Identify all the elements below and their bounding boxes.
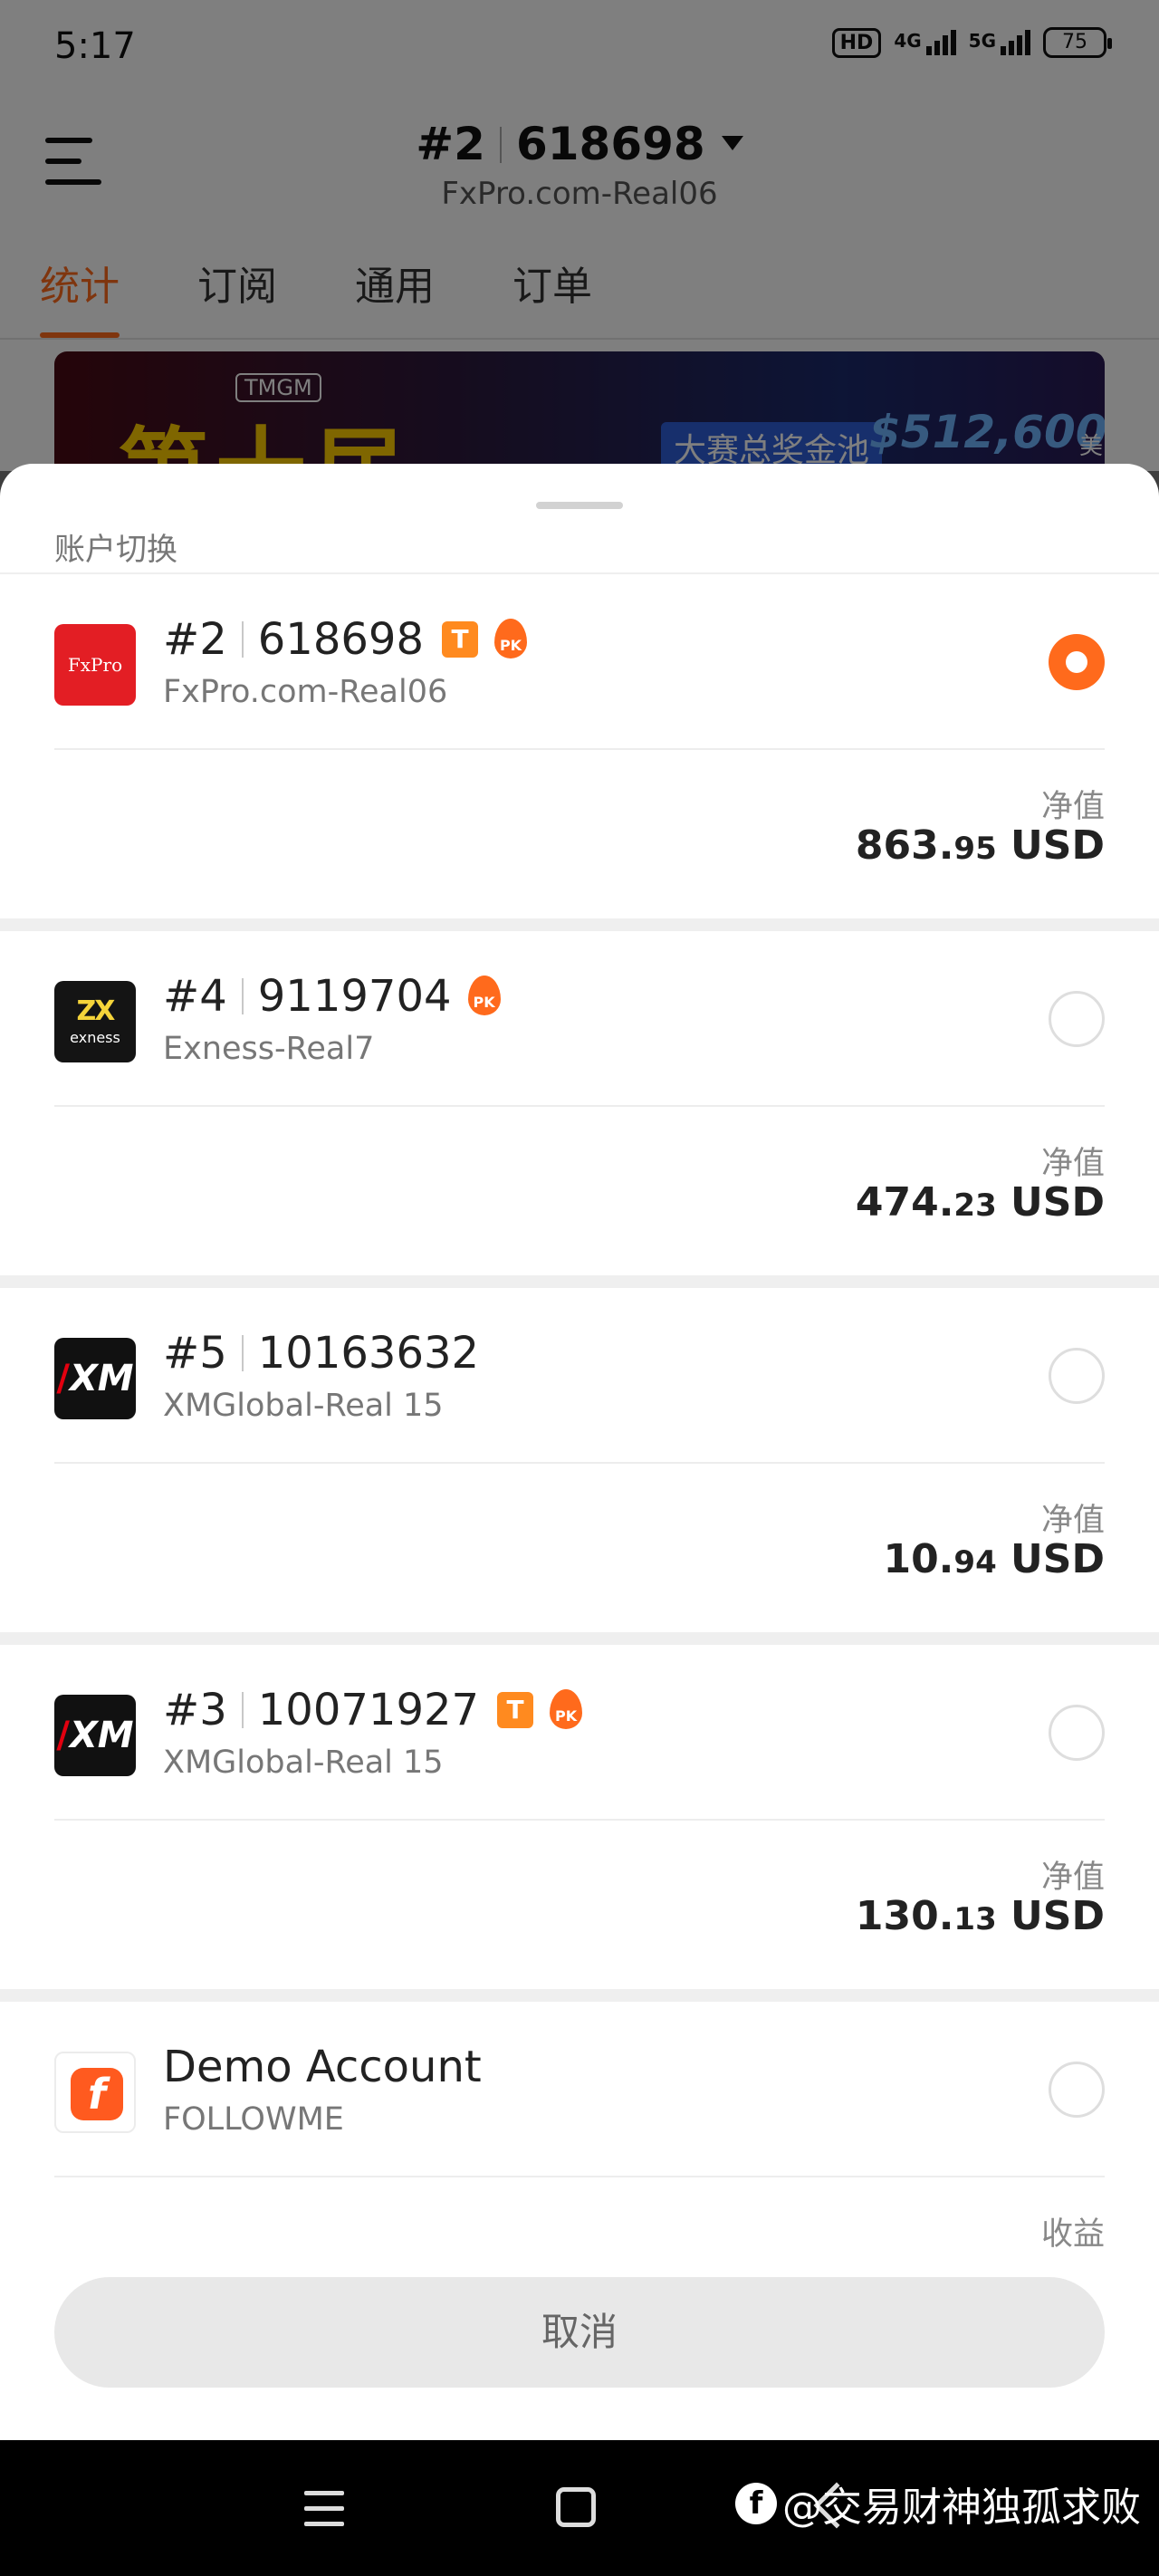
account-radio[interactable] bbox=[1049, 1705, 1105, 1761]
profit-label: 收益 bbox=[1040, 2216, 1105, 2253]
account-switch-sheet: 账户切换 FxPro #2 618698 T PK FxPro.com-Real… bbox=[0, 464, 1159, 2440]
fxpro-logo-icon: FxPro bbox=[54, 624, 136, 706]
account-server: FxPro.com-Real06 bbox=[163, 674, 448, 710]
account-number: 618698 bbox=[257, 614, 424, 665]
account-index: #3 bbox=[163, 1685, 227, 1735]
account-index: #2 bbox=[163, 614, 227, 665]
equity-label: 净值 bbox=[1040, 789, 1105, 825]
card-separator bbox=[0, 1989, 1159, 2002]
account-number: 10071927 bbox=[257, 1685, 480, 1735]
pk-flame-icon: PK bbox=[493, 619, 529, 660]
account-index: #5 bbox=[163, 1328, 227, 1379]
account-title: #4 9119704 PK bbox=[163, 969, 503, 1024]
account-title: Demo Account bbox=[163, 2040, 482, 2094]
equity-value: 474.23 USD bbox=[855, 1179, 1105, 1226]
t-badge-icon: T bbox=[442, 621, 478, 658]
account-number: 9119704 bbox=[257, 971, 452, 1022]
account-server: Exness-Real7 bbox=[163, 1031, 375, 1067]
divider bbox=[54, 1105, 1105, 1107]
equity-value: 130.13 USD bbox=[855, 1893, 1105, 1939]
card-separator bbox=[0, 918, 1159, 931]
account-name: Demo Account bbox=[163, 2042, 482, 2092]
pk-flame-icon: PK bbox=[466, 976, 503, 1017]
xm-logo-icon: /XM bbox=[54, 1695, 136, 1776]
divider bbox=[54, 1819, 1105, 1821]
account-title: #3 10071927 T PK bbox=[163, 1683, 584, 1737]
account-card-10163632[interactable]: /XM #5 10163632 XMGlobal-Real 15 净值 10.9… bbox=[0, 1288, 1159, 1632]
drag-handle[interactable] bbox=[536, 502, 623, 509]
divider bbox=[54, 2176, 1105, 2177]
account-title: #2 618698 T PK bbox=[163, 612, 529, 667]
exness-logo-icon: ZX exness bbox=[54, 981, 136, 1062]
account-card-9119704[interactable]: ZX exness #4 9119704 PK Exness-Real7 净值 4… bbox=[0, 931, 1159, 1275]
account-server: XMGlobal-Real 15 bbox=[163, 1745, 444, 1781]
account-card-10071927[interactable]: /XM #3 10071927 T PK XMGlobal-Real 15 净值… bbox=[0, 1645, 1159, 1989]
card-separator bbox=[0, 1275, 1159, 1288]
equity-value: 863.95 USD bbox=[855, 822, 1105, 869]
equity-label: 净值 bbox=[1040, 1503, 1105, 1539]
equity-label: 净值 bbox=[1040, 1860, 1105, 1896]
pk-flame-icon: PK bbox=[548, 1689, 584, 1731]
account-title: #5 10163632 bbox=[163, 1326, 479, 1380]
account-server: FOLLOWME bbox=[163, 2101, 344, 2138]
followme-watermark-icon: f bbox=[735, 2483, 777, 2524]
home-icon[interactable] bbox=[556, 2487, 596, 2527]
account-radio-selected[interactable] bbox=[1049, 634, 1105, 690]
watermark-text: @交易财神独孤求败 bbox=[782, 2485, 1141, 2531]
account-number: 10163632 bbox=[257, 1328, 480, 1379]
t-badge-icon: T bbox=[497, 1692, 534, 1728]
account-card-618698[interactable]: FxPro #2 618698 T PK FxPro.com-Real06 净值… bbox=[0, 574, 1159, 918]
account-index: #4 bbox=[163, 971, 227, 1022]
divider bbox=[54, 1462, 1105, 1464]
cancel-button[interactable]: 取消 bbox=[54, 2277, 1105, 2388]
xm-logo-icon: /XM bbox=[54, 1338, 136, 1419]
divider bbox=[54, 748, 1105, 750]
account-server: XMGlobal-Real 15 bbox=[163, 1388, 444, 1424]
watermark: f @交易财神独孤求败 bbox=[735, 2476, 1141, 2531]
system-nav-bar: f @交易财神独孤求败 bbox=[0, 2440, 1159, 2576]
followme-logo-icon: f bbox=[54, 2052, 136, 2133]
recent-apps-icon[interactable] bbox=[304, 2491, 344, 2527]
equity-value: 10.94 USD bbox=[883, 1536, 1105, 1582]
account-radio[interactable] bbox=[1049, 991, 1105, 1047]
account-radio[interactable] bbox=[1049, 2062, 1105, 2118]
card-separator bbox=[0, 1632, 1159, 1645]
equity-label: 净值 bbox=[1040, 1146, 1105, 1182]
account-radio[interactable] bbox=[1049, 1348, 1105, 1404]
